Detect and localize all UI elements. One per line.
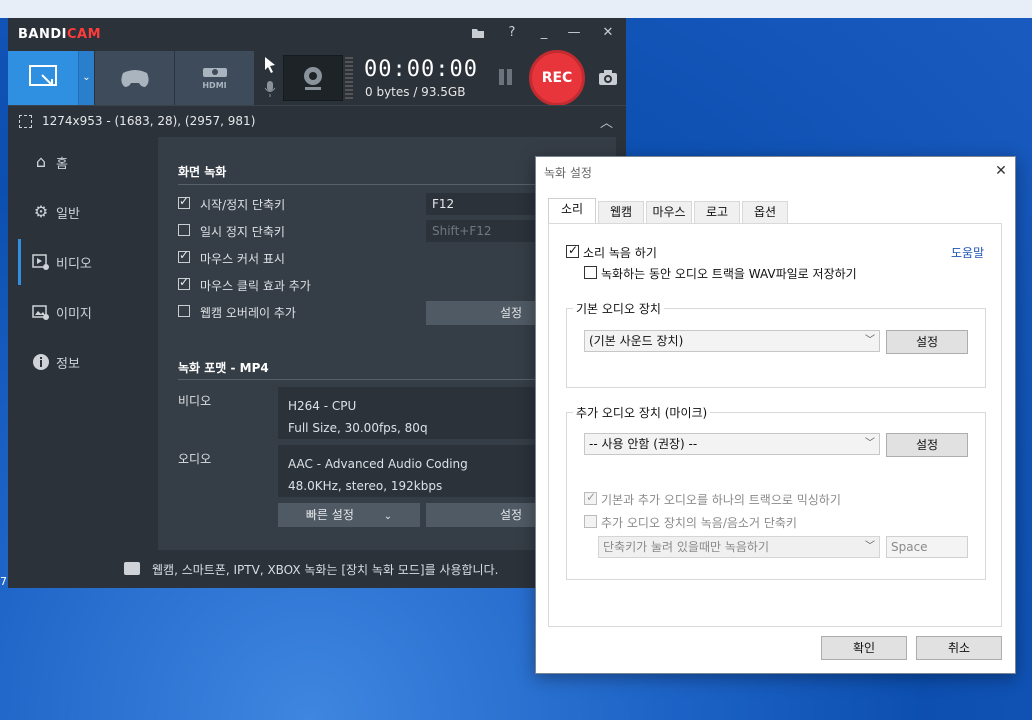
sidebar-item-video[interactable]: 비디오: [18, 239, 158, 285]
image-icon: [32, 303, 50, 321]
gamepad-icon: [121, 70, 149, 87]
mix-tracks-checkbox: [584, 490, 597, 505]
click-effect-checkbox[interactable]: [178, 275, 190, 290]
target-area-bar: 1274x953 - (1683, 28), (2957, 981) ︿: [8, 105, 626, 136]
game-record-mode-button[interactable]: [95, 51, 174, 105]
audio-codec-info: AAC - Advanced Audio Coding 48.0KHz, ste…: [278, 445, 578, 497]
gear-icon: ⚙: [33, 202, 49, 221]
recording-timer: 00:00:00: [364, 57, 478, 82]
cursor-and-mic-toggles: [258, 51, 282, 105]
ok-button[interactable]: 확인: [821, 636, 907, 660]
tab-sound[interactable]: 소리: [548, 198, 596, 223]
primary-audio-group: 기본 오디오 장치 (기본 사운드 장치) ﹀ 설정: [566, 300, 986, 388]
mode-dropdown-chevron-icon[interactable]: ⌄: [78, 51, 94, 105]
sidebar-item-label: 비디오: [56, 257, 92, 272]
audio-codec-label: 오디오: [178, 452, 212, 466]
pause-hotkey-checkbox[interactable]: [178, 224, 190, 236]
sidebar-item-label: 일반: [56, 207, 80, 222]
bandicam-toolbar: ⌄ HDMI 00:00:00 0 bytes / 93.5GB REC: [8, 50, 626, 106]
show-cursor-checkbox[interactable]: [178, 248, 190, 263]
screen-select-icon: [29, 65, 57, 86]
secondary-audio-settings-button[interactable]: 설정: [886, 433, 968, 457]
screen-record-section-title: 화면 녹화: [178, 165, 227, 179]
footer-bar: 웹캠, 스마트폰, IPTV, XBOX 녹화는 [장치 녹화 모드]를 사용합…: [8, 550, 626, 588]
chevron-up-icon[interactable]: ︿: [600, 112, 613, 131]
cancel-button[interactable]: 취소: [916, 636, 1002, 660]
webcam-preview[interactable]: [283, 55, 343, 101]
record-sound-checkbox[interactable]: [566, 243, 579, 258]
hotkey-mode-select: 단축키가 눌려 있을때만 녹음하기 ﹀: [598, 536, 880, 558]
info-icon: [32, 353, 50, 371]
sidebar-item-info[interactable]: 정보: [18, 339, 158, 385]
footer-message[interactable]: 웹캠, 스마트폰, IPTV, XBOX 녹화는 [장치 녹화 모드]를 사용합…: [152, 561, 498, 578]
dialog-close-icon[interactable]: ✕: [991, 161, 1011, 181]
tab-options[interactable]: 옵션: [742, 201, 788, 223]
sidebar-item-general[interactable]: ⚙ 일반: [18, 189, 158, 235]
chevron-down-icon: ⌄: [383, 511, 393, 522]
desktop-background-strip: [0, 0, 1032, 18]
tab-mouse[interactable]: 마우스: [646, 201, 692, 223]
sidebar-item-image[interactable]: 이미지: [18, 289, 158, 335]
region-icon: [19, 115, 32, 128]
record-button[interactable]: REC: [529, 50, 585, 106]
screen-record-mode-button[interactable]: [8, 51, 78, 105]
primary-audio-group-title: 기본 오디오 장치: [573, 300, 664, 317]
audio-level-meter: [345, 55, 353, 99]
sidebar-item-label: 홈: [56, 157, 68, 172]
webcam-icon: [304, 67, 322, 90]
help-button[interactable]: ?: [500, 22, 524, 44]
chevron-down-icon: ﹀: [865, 541, 875, 552]
main-panel: ⌂ 홈 ⚙ 일반 비디오 이미지 정보 화면 녹화 ✓ 시작/정지 단축키 F1…: [18, 137, 616, 550]
sidebar-item-label: 이미지: [56, 307, 92, 322]
target-area-text: 1274x953 - (1683, 28), (2957, 981): [42, 114, 256, 128]
recording-size: 0 bytes / 93.5GB: [365, 85, 466, 99]
cursor-icon[interactable]: [265, 57, 275, 73]
dialog-title: 녹화 설정: [544, 166, 592, 180]
sound-tab-pane: 소리 녹음 하기 도움말 녹화하는 동안 오디오 트랙을 WAV파일로 저장하기…: [548, 223, 1002, 627]
device-record-mode-button[interactable]: HDMI: [175, 51, 254, 105]
primary-audio-settings-button[interactable]: 설정: [886, 330, 968, 354]
minimize-button[interactable]: —: [562, 22, 586, 44]
secondary-audio-group-title: 추가 오디오 장치 (마이크): [573, 404, 711, 421]
bandicam-logo: BANDICAM: [18, 27, 102, 42]
hdmi-icon: [203, 68, 227, 77]
home-icon: ⌂: [35, 152, 47, 171]
start-stop-hotkey-checkbox[interactable]: [178, 194, 190, 209]
hotkey-key-field: Space: [886, 536, 968, 558]
folder-icon[interactable]: [466, 22, 490, 44]
pause-hotkey-field[interactable]: Shift+F12: [426, 220, 546, 242]
help-link[interactable]: 도움말: [951, 244, 984, 261]
tab-logo[interactable]: 로고: [694, 201, 740, 223]
desktop-edge-text: 7: [0, 575, 7, 588]
sidebar-item-home[interactable]: ⌂ 홈: [18, 139, 158, 185]
start-stop-hotkey-field[interactable]: F12: [426, 193, 546, 215]
chevron-down-icon: ﹀: [865, 438, 875, 449]
hdmi-label: HDMI: [202, 81, 227, 90]
primary-audio-device-select[interactable]: (기본 사운드 장치) ﹀: [584, 330, 880, 352]
pause-icon[interactable]: [498, 69, 514, 87]
sidebar-item-label: 정보: [56, 357, 80, 372]
minimize-to-tray-button[interactable]: _: [532, 22, 556, 44]
chevron-down-icon: ﹀: [865, 335, 875, 346]
close-button[interactable]: ✕: [596, 22, 620, 44]
sidebar: ⌂ 홈 ⚙ 일반 비디오 이미지 정보: [18, 137, 158, 550]
message-icon: [124, 562, 140, 575]
recording-settings-dialog: 녹화 설정 ✕ 소리 웹캠 마우스 로고 옵션 소리 녹음 하기 도움말 녹화하…: [535, 156, 1016, 674]
quick-settings-button[interactable]: 빠른 설정 ⌄: [278, 503, 420, 527]
webcam-overlay-checkbox[interactable]: [178, 305, 190, 317]
microphone-icon[interactable]: [264, 81, 276, 97]
bandicam-titlebar: BANDICAM ? _ — ✕: [8, 18, 626, 51]
bandicam-window: BANDICAM ? _ — ✕ ⌄ HDMI 00:00:00 0 bytes…: [8, 18, 626, 588]
video-icon: [32, 253, 50, 271]
tab-webcam[interactable]: 웹캠: [598, 201, 644, 223]
video-codec-label: 비디오: [178, 394, 212, 408]
camera-icon[interactable]: [598, 69, 618, 87]
secondary-audio-device-select[interactable]: -- 사용 안함 (권장) -- ﹀: [584, 433, 880, 455]
video-codec-info: H264 - CPU Full Size, 30.00fps, 80q: [278, 387, 578, 439]
save-wav-checkbox[interactable]: [584, 266, 597, 279]
secondary-audio-group: 추가 오디오 장치 (마이크) -- 사용 안함 (권장) -- ﹀ 설정 기본…: [566, 404, 986, 580]
mic-hotkey-checkbox: [584, 515, 597, 528]
format-section-title: 녹화 포맷 - MP4: [178, 361, 269, 375]
